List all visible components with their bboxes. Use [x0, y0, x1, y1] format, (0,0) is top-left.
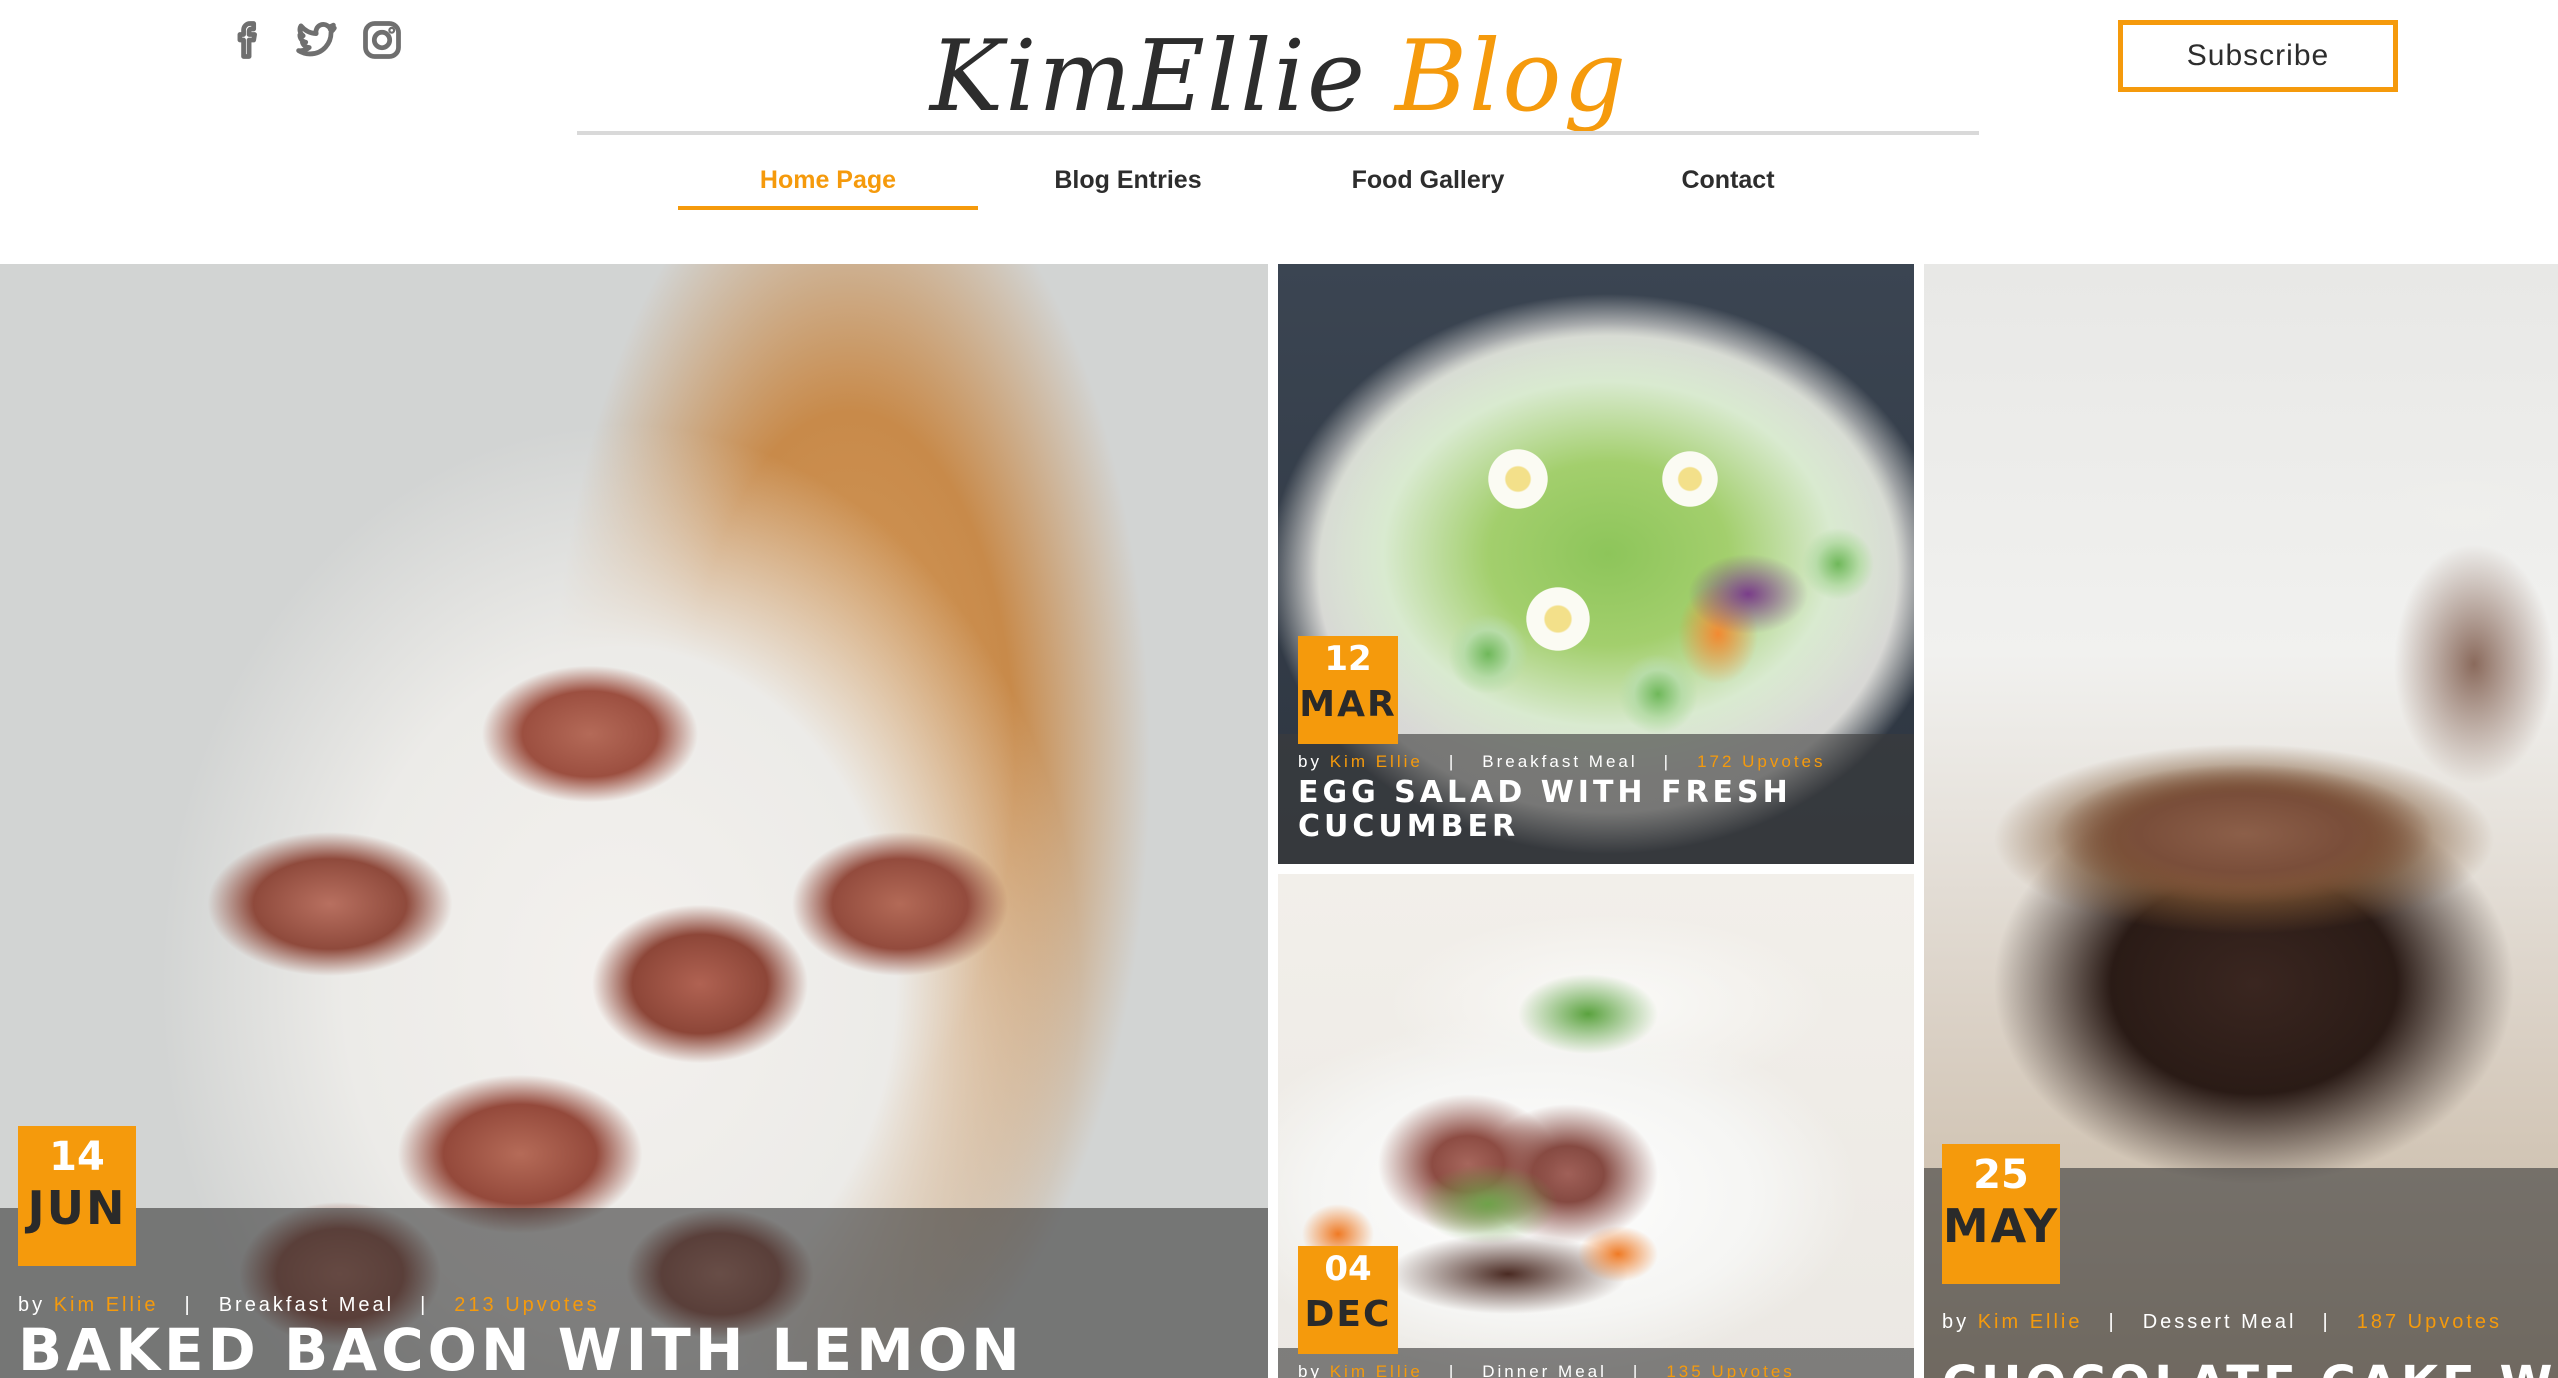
header-divider [577, 131, 1979, 135]
post-date-badge: 12 MAR [1298, 636, 1398, 744]
post-date-day: 25 [1973, 1152, 2029, 1198]
logo-blog: Blog [1394, 20, 1629, 134]
tab-home-page[interactable]: Home Page [678, 158, 978, 210]
post-date-month: MAY [1942, 1199, 2060, 1253]
post-date-day: 14 [49, 1134, 105, 1180]
post-title[interactable]: Egg Salad with Fresh Cucumber [1298, 776, 1898, 843]
post-author[interactable]: Kim Ellie [1330, 752, 1423, 771]
post-upvotes: 213 Upvotes [454, 1294, 600, 1316]
post-date-badge: 25 MAY [1942, 1144, 2060, 1284]
subscribe-button[interactable]: Subscribe [2118, 20, 2398, 92]
tab-blog-entries[interactable]: Blog Entries [978, 158, 1278, 210]
post-category[interactable]: Dessert Meal [2143, 1311, 2297, 1333]
main-nav: Home Page Blog Entries Food Gallery Cont… [678, 158, 1878, 210]
post-date-day: 04 [1324, 1249, 1372, 1289]
post-date-day: 12 [1324, 639, 1372, 679]
post-author[interactable]: Kim Ellie [1978, 1311, 2083, 1333]
post-title[interactable]: Chocolate Cake with [1942, 1357, 2558, 1378]
post-card-chocolate-cake[interactable]: 25 MAY by Kim Ellie | Dessert Meal | 187 Upv… [1924, 264, 2558, 1378]
post-author[interactable]: Kim Ellie [54, 1294, 159, 1316]
post-by: by [1298, 1362, 1322, 1378]
post-title[interactable]: Baked Bacon with Lemon [18, 1318, 1024, 1378]
post-card-egg-salad[interactable]: 12 MAR by Kim Ellie | Breakfast Meal | 172 U… [1278, 264, 1914, 864]
post-meta: by Kim Ellie | Dessert Meal | 187 Upvotes [1942, 1311, 2502, 1333]
post-upvotes: 187 Upvotes [2356, 1311, 2502, 1333]
post-meta: by Kim Ellie | Breakfast Meal | 172 Upvotes [1298, 752, 1826, 771]
logo-name: KimEllie [929, 20, 1367, 134]
post-upvotes: 135 Upvotes [1666, 1362, 1795, 1378]
post-by: by [1942, 1311, 1970, 1333]
site-header: KimEllie Blog Subscribe Home Page Blog En… [0, 0, 2558, 264]
post-meta: by Kim Ellie | Breakfast Meal | 213 Upvotes [18, 1294, 600, 1316]
tab-contact[interactable]: Contact [1578, 158, 1878, 210]
post-card-dinner[interactable]: 04 DEC by Kim Ellie | Dinner Meal | 135 Upvo… [1278, 874, 1914, 1378]
post-date-badge: 04 DEC [1298, 1246, 1398, 1354]
post-date-month: DEC [1304, 1293, 1392, 1335]
post-category[interactable]: Dinner Meal [1482, 1362, 1607, 1378]
post-category[interactable]: Breakfast Meal [1482, 752, 1637, 771]
post-category[interactable]: Breakfast Meal [219, 1294, 394, 1316]
post-date-month: JUN [27, 1181, 127, 1235]
post-by: by [1298, 752, 1322, 771]
post-date-month: MAR [1299, 683, 1397, 725]
post-meta: by Kim Ellie | Dinner Meal | 135 Upvotes [1298, 1362, 1795, 1378]
post-date-badge: 14 JUN [18, 1126, 136, 1266]
post-by: by [18, 1294, 46, 1316]
post-author[interactable]: Kim Ellie [1330, 1362, 1423, 1378]
tab-food-gallery[interactable]: Food Gallery [1278, 158, 1578, 210]
post-card-baked-bacon[interactable]: 14 JUN by Kim Ellie | Breakfast Meal | 213 U… [0, 264, 1268, 1378]
post-upvotes: 172 Upvotes [1697, 752, 1826, 771]
